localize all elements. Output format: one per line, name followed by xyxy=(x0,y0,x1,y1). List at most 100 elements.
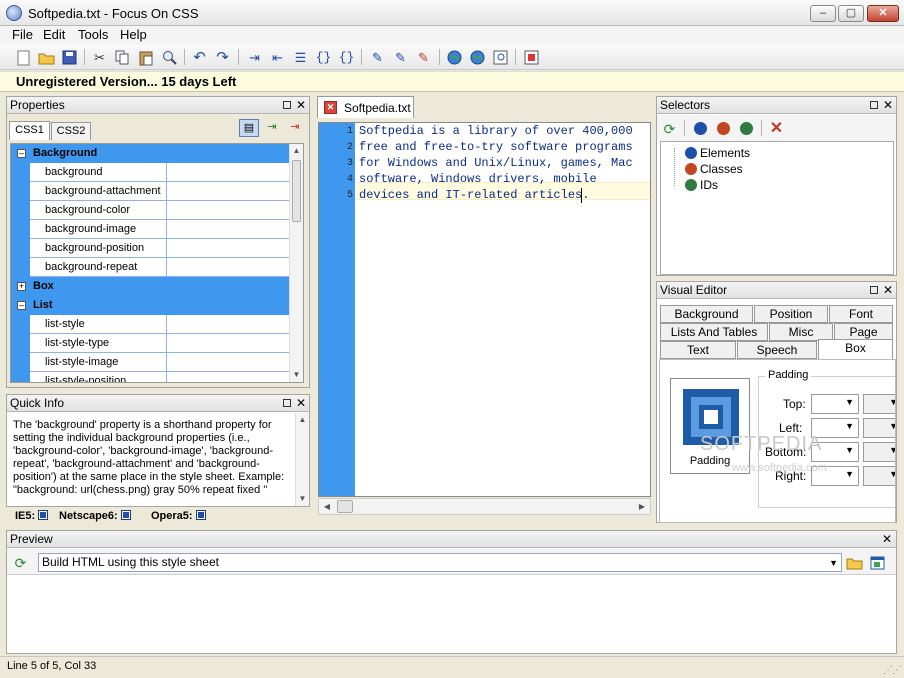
external-preview-icon[interactable] xyxy=(868,553,887,572)
globe-icon[interactable] xyxy=(445,48,464,67)
copy-icon[interactable] xyxy=(113,48,132,67)
open-html-icon[interactable] xyxy=(845,553,864,572)
css-remove-icon[interactable]: ✎ xyxy=(414,48,433,67)
pin-icon[interactable] xyxy=(870,101,878,109)
property-scrollbar[interactable]: ▲ ▼ xyxy=(289,144,303,382)
pin-icon[interactable] xyxy=(870,286,878,294)
scroll-right-icon[interactable]: ▶ xyxy=(636,500,648,513)
padding-top-select[interactable]: ▼ xyxy=(811,394,859,414)
tree-item-ids[interactable]: IDs xyxy=(685,178,718,192)
cut-icon[interactable]: ✂ xyxy=(90,48,109,67)
menu-help[interactable]: Help xyxy=(114,27,153,45)
scroll-up-icon[interactable]: ▲ xyxy=(290,144,303,158)
collapse-icon[interactable]: – xyxy=(17,301,26,310)
close-button[interactable]: ✕ xyxy=(867,5,899,22)
tab-css1[interactable]: CSS1 xyxy=(9,121,50,140)
scroll-down-icon[interactable]: ▼ xyxy=(290,368,303,382)
close-panel-icon[interactable]: ✕ xyxy=(882,531,892,547)
ie5-checkbox[interactable] xyxy=(38,510,49,520)
tab-text[interactable]: Text xyxy=(660,341,736,359)
resize-grip-icon[interactable]: ⋰⋰ xyxy=(883,665,902,676)
css-check-icon[interactable]: ✎ xyxy=(368,48,387,67)
category-row[interactable]: – List xyxy=(11,296,290,315)
tab-box[interactable]: Box xyxy=(818,339,893,360)
add-id-icon[interactable] xyxy=(740,122,753,135)
pin-icon[interactable] xyxy=(283,399,291,407)
checklist-icon[interactable] xyxy=(522,48,541,67)
property-row[interactable]: list-style-type xyxy=(11,334,290,353)
padding-left-unit[interactable]: ▼ xyxy=(863,418,895,438)
scroll-left-icon[interactable]: ◀ xyxy=(321,500,333,513)
list-icon[interactable]: ☰ xyxy=(291,48,310,67)
scroll-down-icon[interactable]: ▼ xyxy=(296,492,309,506)
menu-file[interactable]: File xyxy=(6,27,39,45)
property-row[interactable]: background-color xyxy=(11,201,290,220)
paste-icon[interactable] xyxy=(137,48,156,67)
refresh-icon[interactable]: ⟳ xyxy=(660,119,679,138)
property-row[interactable]: list-style-image xyxy=(11,353,290,372)
preview-page-icon[interactable] xyxy=(491,48,510,67)
padding-bottom-unit[interactable]: ▼ xyxy=(863,442,895,462)
scroll-up-icon[interactable]: ▲ xyxy=(296,413,309,427)
editor-hscrollbar[interactable]: ◀ ▶ xyxy=(318,498,651,515)
format-braces-icon[interactable]: {} xyxy=(337,48,356,67)
css-validate-icon[interactable]: ✎ xyxy=(391,48,410,67)
categorized-view-icon[interactable]: ▤ xyxy=(239,119,259,137)
preview-area[interactable] xyxy=(7,575,896,653)
tab-font[interactable]: Font xyxy=(829,305,893,323)
netscape6-checkbox[interactable] xyxy=(120,510,131,520)
property-row[interactable]: background-attachment xyxy=(11,182,290,201)
tab-background[interactable]: Background xyxy=(660,305,753,323)
menu-tools[interactable]: Tools xyxy=(72,27,114,45)
save-icon[interactable] xyxy=(60,48,79,67)
code-editor[interactable]: 1 2 3 4 5 Softpedia is a library of over… xyxy=(318,122,651,497)
expand-icon[interactable]: + xyxy=(17,282,26,291)
new-file-icon[interactable] xyxy=(14,48,33,67)
tab-speech[interactable]: Speech xyxy=(737,341,817,359)
opera5-checkbox[interactable] xyxy=(195,510,206,520)
delete-selector-icon[interactable]: ✕ xyxy=(767,119,786,138)
close-tab-icon[interactable]: ✕ xyxy=(324,101,337,114)
menu-edit[interactable]: Edit xyxy=(37,27,71,45)
padding-top-unit[interactable]: ▼ xyxy=(863,394,895,414)
close-panel-icon[interactable]: ✕ xyxy=(883,97,893,113)
box-model-preview[interactable]: Padding xyxy=(670,378,750,474)
tab-css2[interactable]: CSS2 xyxy=(51,122,91,140)
property-row[interactable]: background xyxy=(11,163,290,182)
property-row[interactable]: list-style-position xyxy=(11,372,290,382)
braces-icon[interactable]: {} xyxy=(314,48,333,67)
redo-icon[interactable]: ↷ xyxy=(213,48,232,67)
close-panel-icon[interactable]: ✕ xyxy=(296,395,306,411)
outdent-icon[interactable]: ⇤ xyxy=(268,48,287,67)
pin-icon[interactable] xyxy=(283,101,291,109)
minimize-button[interactable]: – xyxy=(810,5,836,22)
property-row[interactable]: background-repeat xyxy=(11,258,290,277)
globe-refresh-icon[interactable] xyxy=(468,48,487,67)
tab-softpedia-txt[interactable]: ✕ Softpedia.txt xyxy=(317,96,414,118)
maximize-button[interactable]: ▢ xyxy=(838,5,864,22)
refresh-preview-icon[interactable]: ⟳ xyxy=(11,553,30,572)
category-row[interactable]: – Background xyxy=(11,144,290,163)
collapse-icon[interactable]: – xyxy=(17,149,26,158)
add-class-icon[interactable] xyxy=(717,122,730,135)
scroll-thumb[interactable] xyxy=(292,160,301,222)
add-property-icon[interactable]: ⇥ xyxy=(263,119,281,137)
close-panel-icon[interactable]: ✕ xyxy=(296,97,306,113)
tree-item-elements[interactable]: Elements xyxy=(685,146,750,160)
category-row[interactable]: + Box xyxy=(11,277,290,296)
indent-icon[interactable]: ⇥ xyxy=(245,48,264,67)
build-mode-select[interactable]: Build HTML using this style sheet ▼ xyxy=(38,553,842,572)
tab-lists-and-tables[interactable]: Lists And Tables xyxy=(660,323,768,341)
add-element-icon[interactable] xyxy=(694,122,707,135)
padding-right-unit[interactable]: ▼ xyxy=(863,466,895,486)
find-icon[interactable] xyxy=(160,48,179,67)
hscroll-thumb[interactable] xyxy=(337,500,353,513)
tree-item-classes[interactable]: Classes xyxy=(685,162,743,176)
undo-icon[interactable]: ↶ xyxy=(190,48,209,67)
quick-info-scrollbar[interactable]: ▲ ▼ xyxy=(295,413,309,506)
close-panel-icon[interactable]: ✕ xyxy=(883,282,893,298)
tab-position[interactable]: Position xyxy=(754,305,828,323)
property-row[interactable]: list-style xyxy=(11,315,290,334)
remove-property-icon[interactable]: ⇥ xyxy=(286,119,304,137)
property-row[interactable]: background-position xyxy=(11,239,290,258)
